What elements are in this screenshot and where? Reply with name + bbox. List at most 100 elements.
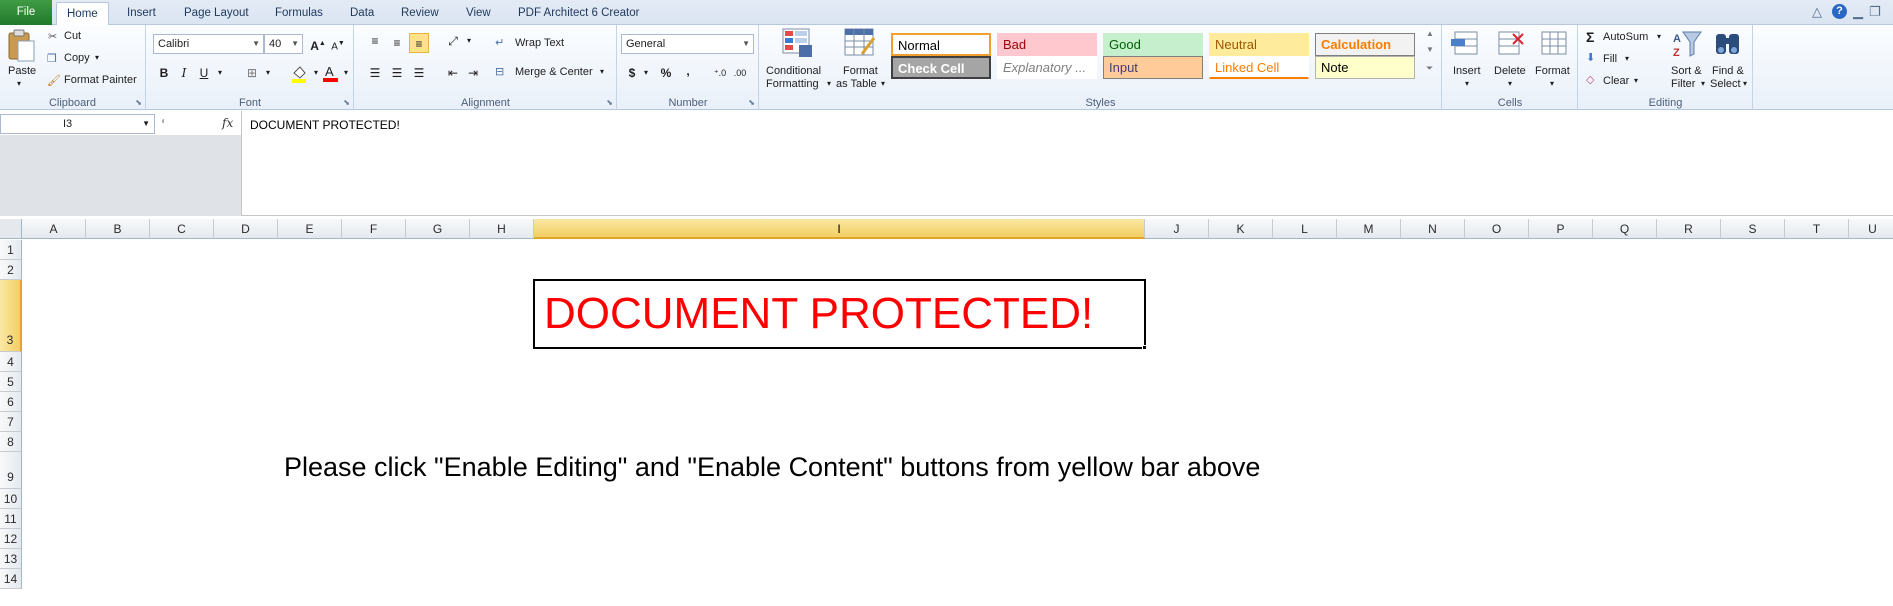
format-cells-dropdown-icon[interactable]: ▾ <box>1550 79 1554 88</box>
sort-filter-icon[interactable]: AZ <box>1671 28 1703 60</box>
row-header-2[interactable]: 2 <box>0 260 22 280</box>
column-header-a[interactable]: A <box>22 219 86 239</box>
delete-cells-icon[interactable] <box>1495 30 1525 58</box>
row-header-8[interactable]: 8 <box>0 432 22 452</box>
cell-style-input[interactable]: Input <box>1103 56 1203 79</box>
sort-filter-dropdown-icon[interactable]: ▾ <box>1701 79 1705 88</box>
delete-cells-button[interactable]: Delete <box>1494 65 1526 77</box>
row-header-5[interactable]: 5 <box>0 372 22 392</box>
row-header-9[interactable]: 9 <box>0 452 22 489</box>
number-format-select[interactable]: General ▼ <box>621 34 754 54</box>
cell-style-note[interactable]: Note <box>1315 56 1415 79</box>
conditional-formatting-label-2[interactable]: Formatting <box>766 78 819 90</box>
restore-window-icon[interactable]: ❐ <box>1869 4 1881 20</box>
paste-button-label[interactable]: Paste <box>8 65 36 77</box>
conditional-formatting-icon[interactable] <box>782 28 814 58</box>
styles-scroll-down-icon[interactable]: ▼ <box>1426 45 1434 54</box>
conditional-formatting-dropdown-icon[interactable]: ▾ <box>827 79 831 88</box>
column-header-r[interactable]: R <box>1657 219 1721 239</box>
sort-filter-label-2[interactable]: Filter <box>1671 78 1695 90</box>
grow-font-icon[interactable]: A▲ <box>308 34 328 54</box>
format-as-table-label-2[interactable]: as Table <box>836 78 877 90</box>
find-select-label-1[interactable]: Find & <box>1712 65 1744 77</box>
help-icon[interactable]: ? <box>1832 4 1847 19</box>
paste-icon[interactable] <box>7 29 35 63</box>
column-header-q[interactable]: Q <box>1593 219 1657 239</box>
currency-dropdown-icon[interactable]: ▾ <box>636 63 656 83</box>
number-launcher-icon[interactable]: ⬊ <box>748 98 755 107</box>
cell-style-good[interactable]: Good <box>1103 33 1203 56</box>
find-select-dropdown-icon[interactable]: ▾ <box>1743 79 1747 88</box>
find-select-icon[interactable] <box>1712 28 1744 60</box>
cell-style-check-cell[interactable]: Check Cell <box>891 56 991 79</box>
insert-cells-icon[interactable] <box>1451 30 1481 58</box>
merge-center-icon[interactable]: ⊟ <box>495 65 504 78</box>
autosum-icon[interactable]: Σ <box>1586 29 1594 45</box>
cell-style-bad[interactable]: Bad <box>997 33 1097 56</box>
cell-style-calculation[interactable]: Calculation <box>1315 33 1415 56</box>
shrink-font-icon[interactable]: A▼ <box>328 34 348 54</box>
column-header-n[interactable]: N <box>1401 219 1465 239</box>
copy-icon[interactable]: ❐ <box>47 52 57 65</box>
minimize-window-icon[interactable]: ▁ <box>1853 4 1863 20</box>
increase-indent-icon[interactable]: ⇥ <box>463 63 483 83</box>
tab-file[interactable]: File <box>0 0 52 25</box>
wrap-text-icon[interactable]: ↵ <box>495 36 504 49</box>
row-header-11[interactable]: 11 <box>0 509 22 529</box>
find-select-label-2[interactable]: Select <box>1710 78 1741 90</box>
column-header-t[interactable]: T <box>1785 219 1849 239</box>
align-bottom-icon[interactable]: ≡ <box>409 33 429 53</box>
insert-cells-dropdown-icon[interactable]: ▾ <box>1465 79 1469 88</box>
styles-scroll-up-icon[interactable]: ▲ <box>1426 29 1434 38</box>
autosum-dropdown-icon[interactable]: ▾ <box>1657 32 1661 41</box>
comma-button[interactable]: , <box>678 61 698 81</box>
align-center-icon[interactable]: ☰ <box>387 63 407 83</box>
align-right-icon[interactable]: ☰ <box>409 63 429 83</box>
align-middle-icon[interactable]: ≡ <box>387 33 407 53</box>
row-header-4[interactable]: 4 <box>0 352 22 372</box>
format-painter-icon[interactable]: 🖌 <box>47 74 61 87</box>
tab-data[interactable]: Data <box>340 2 384 25</box>
formula-input[interactable]: DOCUMENT PROTECTED! <box>250 118 400 132</box>
row-header-1[interactable]: 1 <box>0 240 22 260</box>
row-header-6[interactable]: 6 <box>0 392 22 412</box>
copy-button[interactable]: Copy <box>64 52 90 64</box>
column-header-p[interactable]: P <box>1529 219 1593 239</box>
column-header-d[interactable]: D <box>214 219 278 239</box>
copy-dropdown-icon[interactable]: ▾ <box>95 53 99 62</box>
autosum-button[interactable]: AutoSum <box>1603 31 1648 43</box>
conditional-formatting-label-1[interactable]: Conditional <box>766 65 821 77</box>
row-header-7[interactable]: 7 <box>0 412 22 432</box>
clear-button[interactable]: Clear <box>1603 75 1629 87</box>
format-as-table-icon[interactable] <box>844 28 876 58</box>
delete-cells-dropdown-icon[interactable]: ▾ <box>1508 79 1512 88</box>
tab-review[interactable]: Review <box>391 2 449 25</box>
fill-button[interactable]: Fill <box>1603 53 1617 65</box>
cell-style-normal[interactable]: Normal <box>891 33 991 56</box>
align-top-icon[interactable]: ≡ <box>365 31 385 51</box>
column-header-o[interactable]: O <box>1465 219 1529 239</box>
underline-dropdown-icon[interactable]: ▾ <box>210 63 230 83</box>
clipboard-launcher-icon[interactable]: ⬊ <box>135 98 142 107</box>
format-as-table-label-1[interactable]: Format <box>843 65 878 77</box>
column-header-s[interactable]: S <box>1721 219 1785 239</box>
column-header-m[interactable]: M <box>1337 219 1401 239</box>
fill-dropdown-icon[interactable]: ▾ <box>1625 54 1629 63</box>
format-cells-icon[interactable] <box>1539 30 1569 58</box>
font-size-select[interactable]: 40 ▼ <box>264 34 303 54</box>
column-header-f[interactable]: F <box>342 219 406 239</box>
clear-icon[interactable]: ◇ <box>1586 73 1594 86</box>
bold-button[interactable]: B <box>154 63 174 83</box>
name-box[interactable]: I3 ▼ <box>0 114 155 134</box>
column-header-g[interactable]: G <box>406 219 470 239</box>
align-left-icon[interactable]: ☰ <box>365 63 385 83</box>
instruction-text[interactable]: Please click "Enable Editing" and "Enabl… <box>284 452 1260 483</box>
column-header-c[interactable]: C <box>150 219 214 239</box>
font-launcher-icon[interactable]: ⬊ <box>343 98 350 107</box>
paste-dropdown-icon[interactable]: ▾ <box>17 79 21 88</box>
borders-dropdown-icon[interactable]: ▾ <box>258 63 278 83</box>
format-as-table-dropdown-icon[interactable]: ▾ <box>881 79 885 88</box>
tab-view[interactable]: View <box>456 2 501 25</box>
format-painter-button[interactable]: Format Painter <box>64 74 137 86</box>
insert-function-icon[interactable]: fx <box>222 116 233 130</box>
